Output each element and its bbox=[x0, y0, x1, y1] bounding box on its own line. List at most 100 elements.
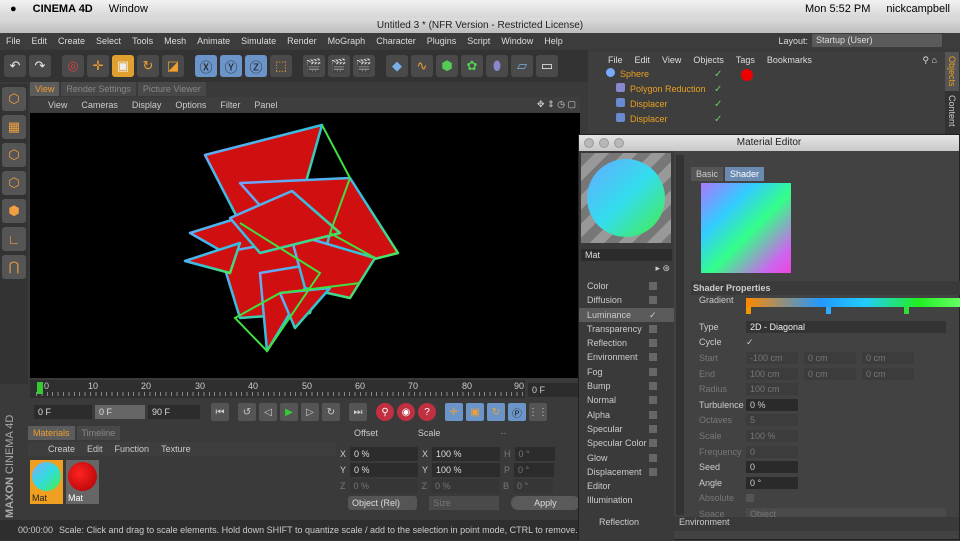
gradient-knot[interactable] bbox=[904, 307, 909, 314]
key-rotation-icon[interactable]: ↻ bbox=[487, 403, 505, 421]
timeline-ruler[interactable]: 0 10 20 30 40 50 60 70 80 90 bbox=[30, 380, 525, 398]
coordinate-mode-select[interactable]: Object (Rel) bbox=[348, 496, 418, 510]
clock[interactable]: Mon 5:52 PM bbox=[805, 3, 870, 15]
channel-item[interactable]: Environment bbox=[579, 350, 674, 364]
tab-shader[interactable]: Shader bbox=[725, 167, 765, 181]
rotation-b-field[interactable]: 0 ° bbox=[513, 478, 554, 493]
channel-item[interactable]: Glow bbox=[579, 451, 674, 465]
offset-x-field[interactable]: 0 % bbox=[350, 446, 419, 461]
z-axis-icon[interactable]: Ⓩ bbox=[245, 55, 267, 77]
scale-x-field[interactable]: 100 % bbox=[432, 446, 501, 461]
channel-item[interactable]: Illumination bbox=[579, 493, 674, 507]
channel-item[interactable]: Specular bbox=[579, 422, 674, 436]
next-frame-icon[interactable]: ▷ bbox=[301, 403, 319, 421]
channel-checkbox[interactable] bbox=[649, 453, 657, 462]
channel-item[interactable]: Editor bbox=[579, 479, 674, 493]
floor-icon[interactable]: ▱ bbox=[511, 55, 533, 77]
search-icon[interactable]: ⚲ ⌂ bbox=[922, 55, 937, 66]
render-picture-viewer-icon[interactable]: 🎬 bbox=[328, 55, 350, 77]
channel-item[interactable]: Normal bbox=[579, 393, 674, 407]
mat-menu-edit[interactable]: Edit bbox=[87, 444, 103, 454]
channel-item[interactable]: Specular Color bbox=[579, 436, 674, 450]
gradient-bar[interactable] bbox=[746, 298, 960, 314]
channel-checkbox[interactable] bbox=[649, 282, 657, 290]
channel-item[interactable]: Displacement bbox=[579, 465, 674, 479]
current-frame-field[interactable]: 0 F bbox=[528, 383, 578, 397]
vp-menu-panel[interactable]: Panel bbox=[254, 100, 277, 110]
turbulence-field[interactable]: 0 % bbox=[746, 398, 798, 411]
key-pla-icon[interactable]: ⋮⋮ bbox=[528, 403, 548, 421]
move-icon[interactable]: ✛ bbox=[87, 55, 109, 77]
menu-mesh[interactable]: Mesh bbox=[164, 36, 186, 46]
material-thumb[interactable]: Mat bbox=[30, 460, 63, 504]
layout-select[interactable]: Startup (User) bbox=[812, 34, 942, 47]
tab-render-settings[interactable]: Render Settings bbox=[61, 82, 136, 96]
material-thumb[interactable]: Mat bbox=[66, 460, 99, 504]
gradient-knot[interactable] bbox=[746, 307, 751, 314]
points-mode-icon[interactable]: ⬡ bbox=[2, 143, 26, 167]
channel-checkbox[interactable] bbox=[649, 296, 657, 305]
vp-menu-filter[interactable]: Filter bbox=[220, 100, 240, 110]
key-scale-icon[interactable]: ▣ bbox=[466, 403, 484, 421]
menu-animate[interactable]: Animate bbox=[197, 36, 230, 46]
menu-tools[interactable]: Tools bbox=[132, 36, 153, 46]
absolute-checkbox[interactable] bbox=[746, 494, 754, 503]
rotation-p-field[interactable]: 0 ° bbox=[514, 462, 555, 477]
edges-mode-icon[interactable]: ⬡ bbox=[2, 171, 26, 195]
obj-menu-objects[interactable]: Objects bbox=[693, 55, 724, 65]
offset-y-field[interactable]: 0 % bbox=[350, 462, 419, 477]
render-view-icon[interactable]: 🎬 bbox=[303, 55, 325, 77]
user-name[interactable]: nickcampbell bbox=[886, 3, 950, 15]
cycle-checkbox[interactable]: ✓ bbox=[746, 337, 754, 348]
minimize-button[interactable] bbox=[599, 138, 609, 148]
material-preview[interactable] bbox=[581, 153, 671, 243]
obj-menu-view[interactable]: View bbox=[662, 55, 681, 65]
channel-checkbox[interactable] bbox=[649, 324, 657, 333]
scale-icon[interactable]: ▣ bbox=[112, 55, 134, 77]
tab-basic[interactable]: Basic bbox=[691, 167, 724, 181]
gradient-knot[interactable] bbox=[826, 307, 831, 314]
model-mode-icon[interactable]: ⬡ bbox=[2, 87, 26, 111]
object-row-polygon-reduction[interactable]: Polygon Reduction ✓ bbox=[588, 83, 945, 98]
channel-item[interactable]: Transparency bbox=[579, 322, 674, 336]
channel-item[interactable]: Diffusion bbox=[579, 293, 674, 307]
object-row-displacer[interactable]: Displacer ✓ bbox=[588, 98, 945, 113]
channel-reflection[interactable]: Reflection bbox=[599, 517, 639, 531]
close-button[interactable] bbox=[584, 138, 594, 148]
x-axis-icon[interactable]: Ⓧ bbox=[195, 55, 217, 77]
angle-field[interactable]: 0 ° bbox=[746, 476, 798, 489]
menu-help[interactable]: Help bbox=[544, 36, 563, 46]
menu-window[interactable]: Window bbox=[501, 36, 533, 46]
tab-content-browser[interactable]: Content bbox=[945, 91, 959, 131]
prev-key-icon[interactable]: ↺ bbox=[238, 403, 256, 421]
mat-menu-function[interactable]: Function bbox=[115, 444, 150, 454]
frequency-field[interactable]: 0 bbox=[746, 445, 798, 458]
channel-checkbox[interactable] bbox=[649, 353, 657, 362]
apple-icon[interactable]: ● bbox=[10, 3, 17, 15]
zoom-button[interactable] bbox=[614, 138, 624, 148]
scale-y-field[interactable]: 100 % bbox=[432, 462, 501, 477]
live-selection-icon[interactable]: ◎ bbox=[62, 55, 84, 77]
record-keys-icon[interactable]: ⚲ bbox=[376, 403, 394, 421]
start-x-field[interactable]: -100 cm bbox=[746, 351, 798, 364]
octaves-field[interactable]: 5 bbox=[746, 414, 798, 427]
menu-file[interactable]: File bbox=[6, 36, 21, 46]
workplane-icon[interactable]: ∟ bbox=[2, 227, 26, 251]
channel-item[interactable]: Alpha bbox=[579, 408, 674, 422]
channel-checkbox[interactable] bbox=[649, 467, 657, 476]
preview-frame-field[interactable]: 0 F bbox=[95, 405, 145, 419]
seed-field[interactable]: 0 bbox=[746, 461, 798, 474]
end-y-field[interactable]: 0 cm bbox=[804, 367, 856, 380]
play-icon[interactable]: ▶ bbox=[280, 403, 298, 421]
obj-menu-edit[interactable]: Edit bbox=[635, 55, 651, 65]
obj-menu-tags[interactable]: Tags bbox=[736, 55, 755, 65]
channel-checkbox[interactable] bbox=[649, 396, 657, 405]
type-select[interactable]: 2D - Diagonal bbox=[746, 320, 946, 333]
vp-menu-cameras[interactable]: Cameras bbox=[81, 100, 118, 110]
radius-field[interactable]: 100 cm bbox=[746, 383, 798, 396]
tab-timeline[interactable]: Timeline bbox=[76, 426, 121, 440]
tab-view[interactable]: View bbox=[30, 82, 60, 96]
channel-checkbox[interactable] bbox=[649, 439, 657, 448]
undo-icon[interactable]: ↶ bbox=[4, 55, 26, 77]
end-z-field[interactable]: 0 cm bbox=[862, 367, 914, 380]
